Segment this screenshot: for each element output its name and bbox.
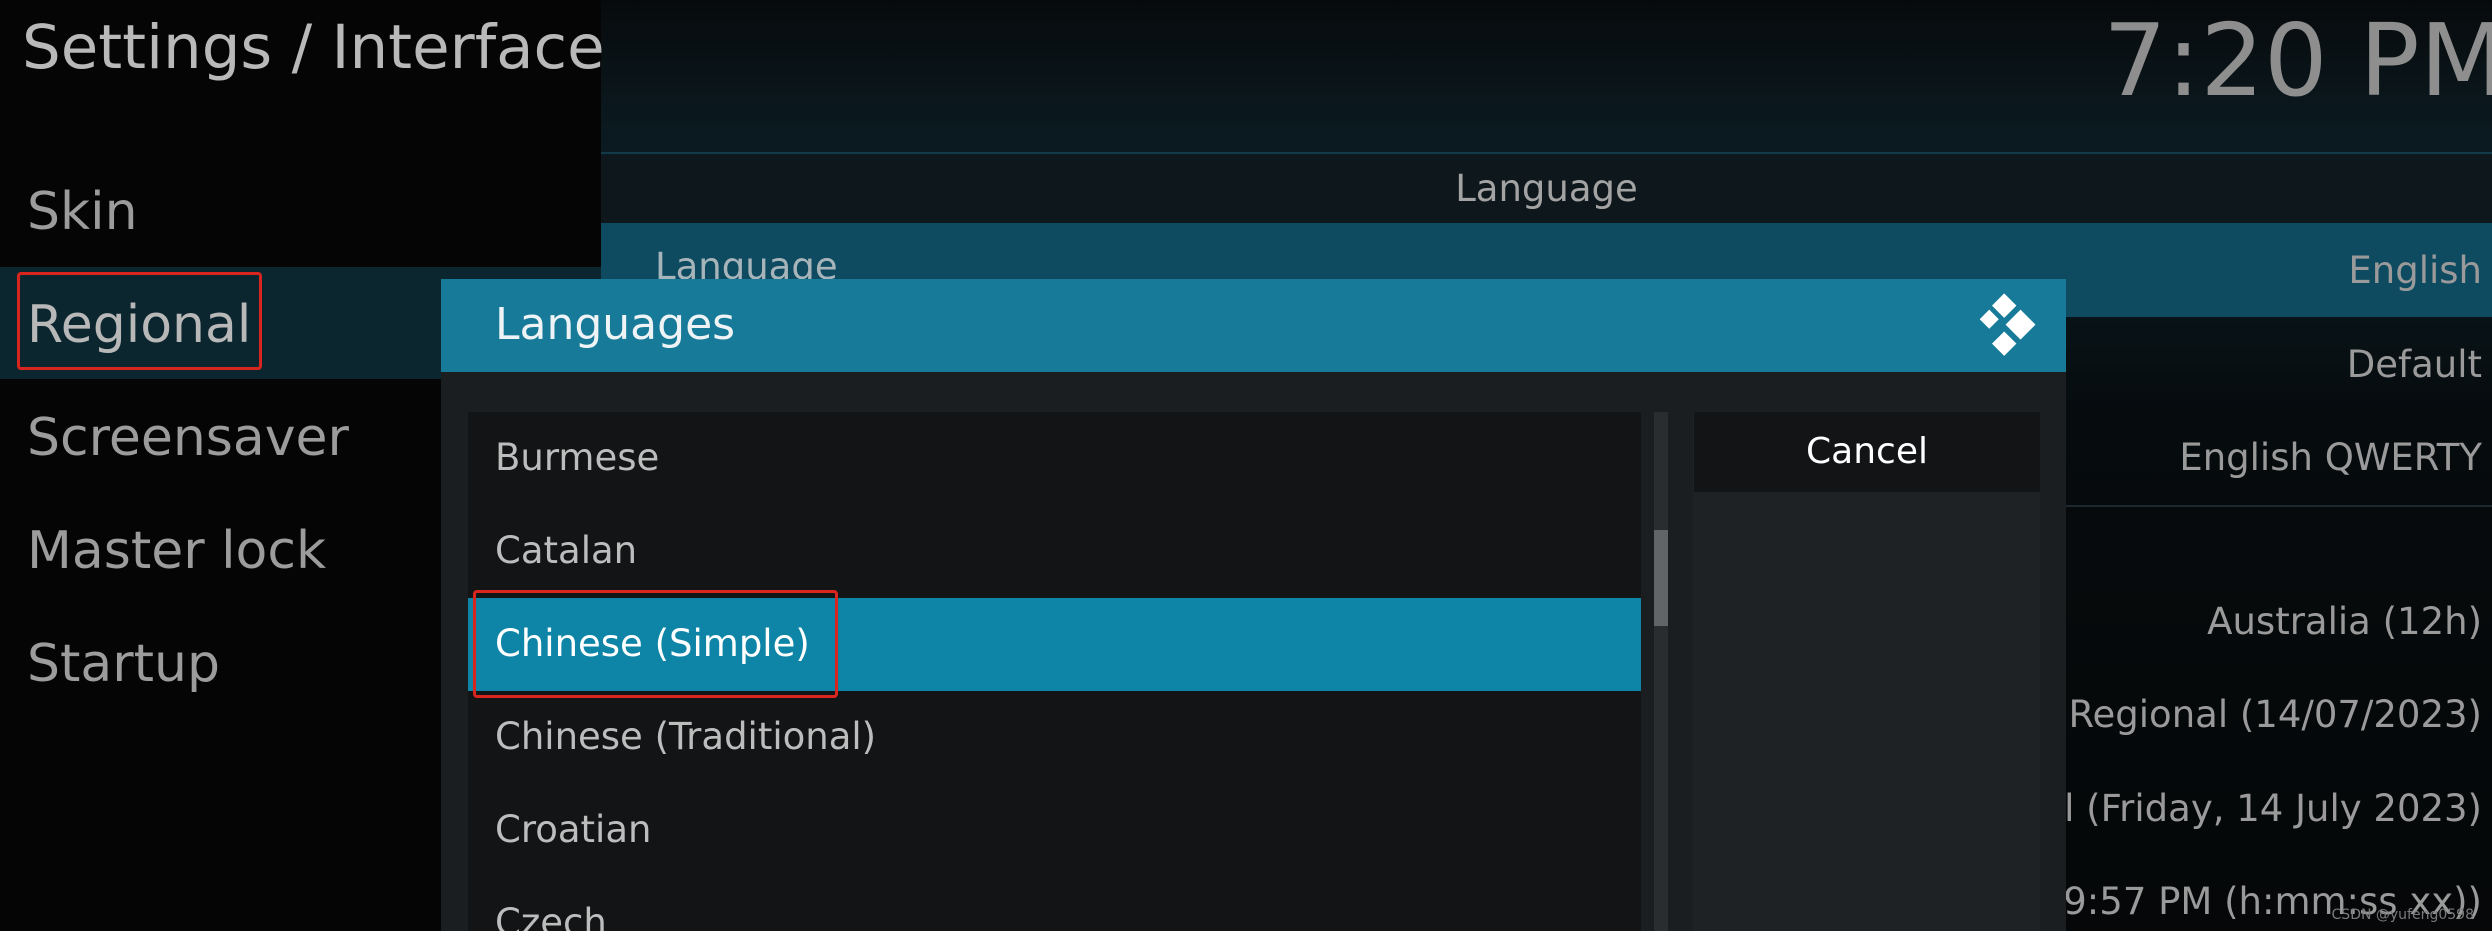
sidebar-item-label: Screensaver — [27, 408, 349, 468]
watermark: CSDN @yufeng0598 — [2331, 907, 2474, 923]
setting-value: English QWERTY — [2179, 436, 2482, 479]
list-item-label: Catalan — [495, 529, 638, 572]
scrollbar-thumb[interactable] — [1654, 530, 1668, 626]
list-item[interactable]: Burmese — [468, 412, 1641, 505]
language-list[interactable]: Burmese Catalan Chinese (Simple) Chinese… — [468, 412, 1641, 931]
setting-value: English — [2348, 249, 2482, 292]
list-item[interactable]: Catalan — [468, 505, 1641, 598]
setting-value: Default — [2346, 343, 2482, 386]
section-title: Language — [1455, 167, 1638, 210]
cancel-button[interactable]: Cancel — [1694, 412, 2040, 492]
sidebar-item-label: Regional — [27, 295, 252, 355]
list-item-label: Croatian — [495, 808, 652, 851]
list-item-label: Chinese (Traditional) — [495, 715, 877, 758]
list-item[interactable]: Croatian — [468, 784, 1641, 877]
sidebar-item-label: Startup — [27, 634, 220, 694]
divider — [601, 152, 2492, 154]
scrollbar[interactable] — [1654, 412, 1668, 931]
languages-dialog: Languages Burmese Catalan Chinese (Simpl… — [441, 279, 2066, 931]
list-item-label: Chinese (Simple) — [495, 622, 810, 665]
setting-value: Regional (14/07/2023) — [2068, 693, 2482, 736]
sidebar-item-label: Skin — [27, 182, 138, 242]
page-title: Settings / Interface — [22, 12, 605, 83]
list-item[interactable]: Chinese (Traditional) — [468, 691, 1641, 784]
setting-value: Australia (12h) — [2207, 600, 2482, 643]
clock: 7:20 PM — [2103, 2, 2492, 119]
list-item[interactable]: Czech — [468, 877, 1641, 931]
divider — [2060, 505, 2492, 507]
screen: 7:20 PM Language Language English Defaul… — [0, 0, 2492, 931]
kodi-logo-icon — [1979, 293, 2036, 356]
sidebar-item-skin[interactable]: Skin — [0, 154, 601, 266]
dialog-header: Languages — [441, 279, 2066, 372]
dialog-title: Languages — [495, 299, 736, 350]
list-item-label: Burmese — [495, 436, 660, 479]
list-item-label: Czech — [495, 901, 607, 931]
list-item-selected[interactable]: Chinese (Simple) — [468, 598, 1641, 691]
sidebar-item-label: Master lock — [27, 521, 327, 581]
settings-section-header: Language — [601, 155, 2492, 223]
